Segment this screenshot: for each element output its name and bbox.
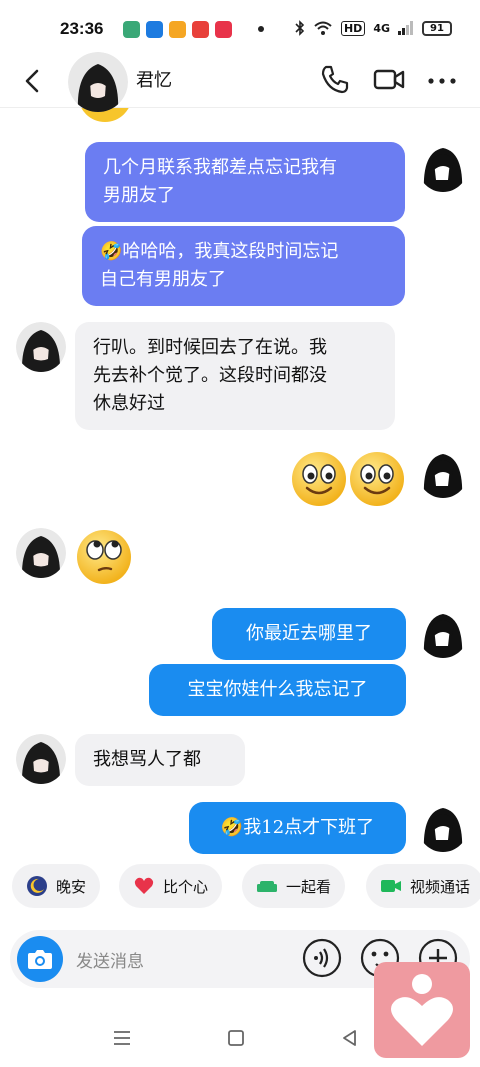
back-arrow-icon[interactable] <box>18 66 48 96</box>
quick-reply-bar: 晚安 比个心 一起看 视频通话 <box>0 862 480 910</box>
bluetooth-icon <box>295 20 305 36</box>
app-icon <box>146 20 164 38</box>
my-avatar[interactable] <box>418 802 468 852</box>
message-text: 男朋友了 <box>103 185 175 206</box>
message-bubble[interactable]: 🤣哈哈哈，我真这段时间忘记 自己有男朋友了 <box>82 226 405 306</box>
quick-reply-heart[interactable]: 比个心 <box>119 864 223 908</box>
message-text: 几个月联系我都差点忘记我有 <box>103 157 337 178</box>
message-text: 哈哈哈，我真这段时间忘记 <box>122 241 339 262</box>
app-icon <box>169 20 187 38</box>
contact-avatar[interactable] <box>16 734 66 784</box>
chat-message-list[interactable]: 几个月联系我都差点忘记我有 男朋友了 🤣哈哈哈，我真这段时间忘记 自己有男朋友了… <box>0 108 480 860</box>
video-icon <box>381 880 401 892</box>
camera-icon <box>28 950 52 969</box>
quick-reply-goodnight[interactable]: 晚安 <box>12 864 101 908</box>
signal-icon <box>398 21 413 35</box>
message-bubble[interactable]: 你最近去哪里了 <box>212 608 406 660</box>
message-text: 你最近去哪里了 <box>246 623 372 644</box>
message-text: 先去补个觉了。这段时间都没 <box>93 365 327 386</box>
eye-roll-face-emoji[interactable] <box>75 528 133 586</box>
message-text: 休息好过 <box>93 393 165 414</box>
contact-avatar[interactable] <box>16 528 66 578</box>
contact-avatar[interactable] <box>68 52 128 112</box>
message-bubble[interactable]: 行叭。到时候回去了在说。我 先去补个觉了。这段时间都没 休息好过 <box>75 322 395 430</box>
message-bubble[interactable]: 宝宝你娃什么我忘记了 <box>149 664 406 716</box>
sofa-icon <box>257 881 277 892</box>
quick-reply-watch-together[interactable]: 一起看 <box>242 864 346 908</box>
my-avatar[interactable] <box>418 142 468 192</box>
my-avatar[interactable] <box>418 608 468 658</box>
app-icon <box>123 20 141 38</box>
smile-face-emoji[interactable] <box>348 450 406 508</box>
video-call-icon[interactable] <box>372 62 406 96</box>
more-icon[interactable] <box>425 62 459 96</box>
hd-badge: HD <box>340 20 366 36</box>
voice-icon[interactable] <box>302 938 342 978</box>
message-text: 我12点才下班了 <box>243 817 375 838</box>
chat-header: 君忆 <box>0 52 480 112</box>
network-label: 4G <box>373 21 390 35</box>
message-text: 宝宝你娃什么我忘记了 <box>187 679 368 700</box>
camera-button[interactable] <box>17 936 63 982</box>
status-bar: 23:36 HD 4G 91 <box>0 0 480 58</box>
heart-icon <box>134 877 154 894</box>
contact-name: 君忆 <box>136 70 172 91</box>
moon-icon <box>27 876 47 896</box>
notification-dot <box>258 26 265 32</box>
floating-heart-widget[interactable] <box>374 962 470 1058</box>
app-icon <box>192 20 210 38</box>
message-bubble[interactable]: 🤣我12点才下班了 <box>189 802 406 854</box>
chip-label: 比个心 <box>163 877 209 896</box>
my-avatar[interactable] <box>418 448 468 498</box>
quick-reply-video-call[interactable]: 视频通话 <box>366 864 480 908</box>
laughing-emoji: 🤣 <box>220 817 244 838</box>
message-text: 自己有男朋友了 <box>100 269 226 290</box>
phone-icon[interactable] <box>318 62 352 96</box>
chip-label: 晚安 <box>56 877 87 896</box>
chip-label: 视频通话 <box>410 877 471 896</box>
back-triangle-icon[interactable] <box>338 1026 362 1050</box>
message-bubble[interactable]: 几个月联系我都差点忘记我有 男朋友了 <box>85 142 405 222</box>
smile-face-emoji[interactable] <box>290 450 348 508</box>
message-text: 行叭。到时候回去了在说。我 <box>93 337 327 358</box>
battery-indicator: 91 <box>422 20 452 36</box>
contact-avatar[interactable] <box>16 322 66 372</box>
message-text: 我想骂人了都 <box>93 749 201 770</box>
laughing-emoji: 🤣 <box>100 241 123 262</box>
chip-label: 一起看 <box>286 877 332 896</box>
home-icon[interactable] <box>224 1026 248 1050</box>
status-time: 23:36 <box>60 19 104 38</box>
heart-icon <box>391 974 453 1046</box>
message-input[interactable]: 发送消息 <box>76 947 144 972</box>
message-bubble[interactable]: 我想骂人了都 <box>75 734 245 786</box>
menu-icon[interactable] <box>110 1026 134 1050</box>
wifi-icon <box>314 21 332 35</box>
app-icon <box>215 20 233 38</box>
